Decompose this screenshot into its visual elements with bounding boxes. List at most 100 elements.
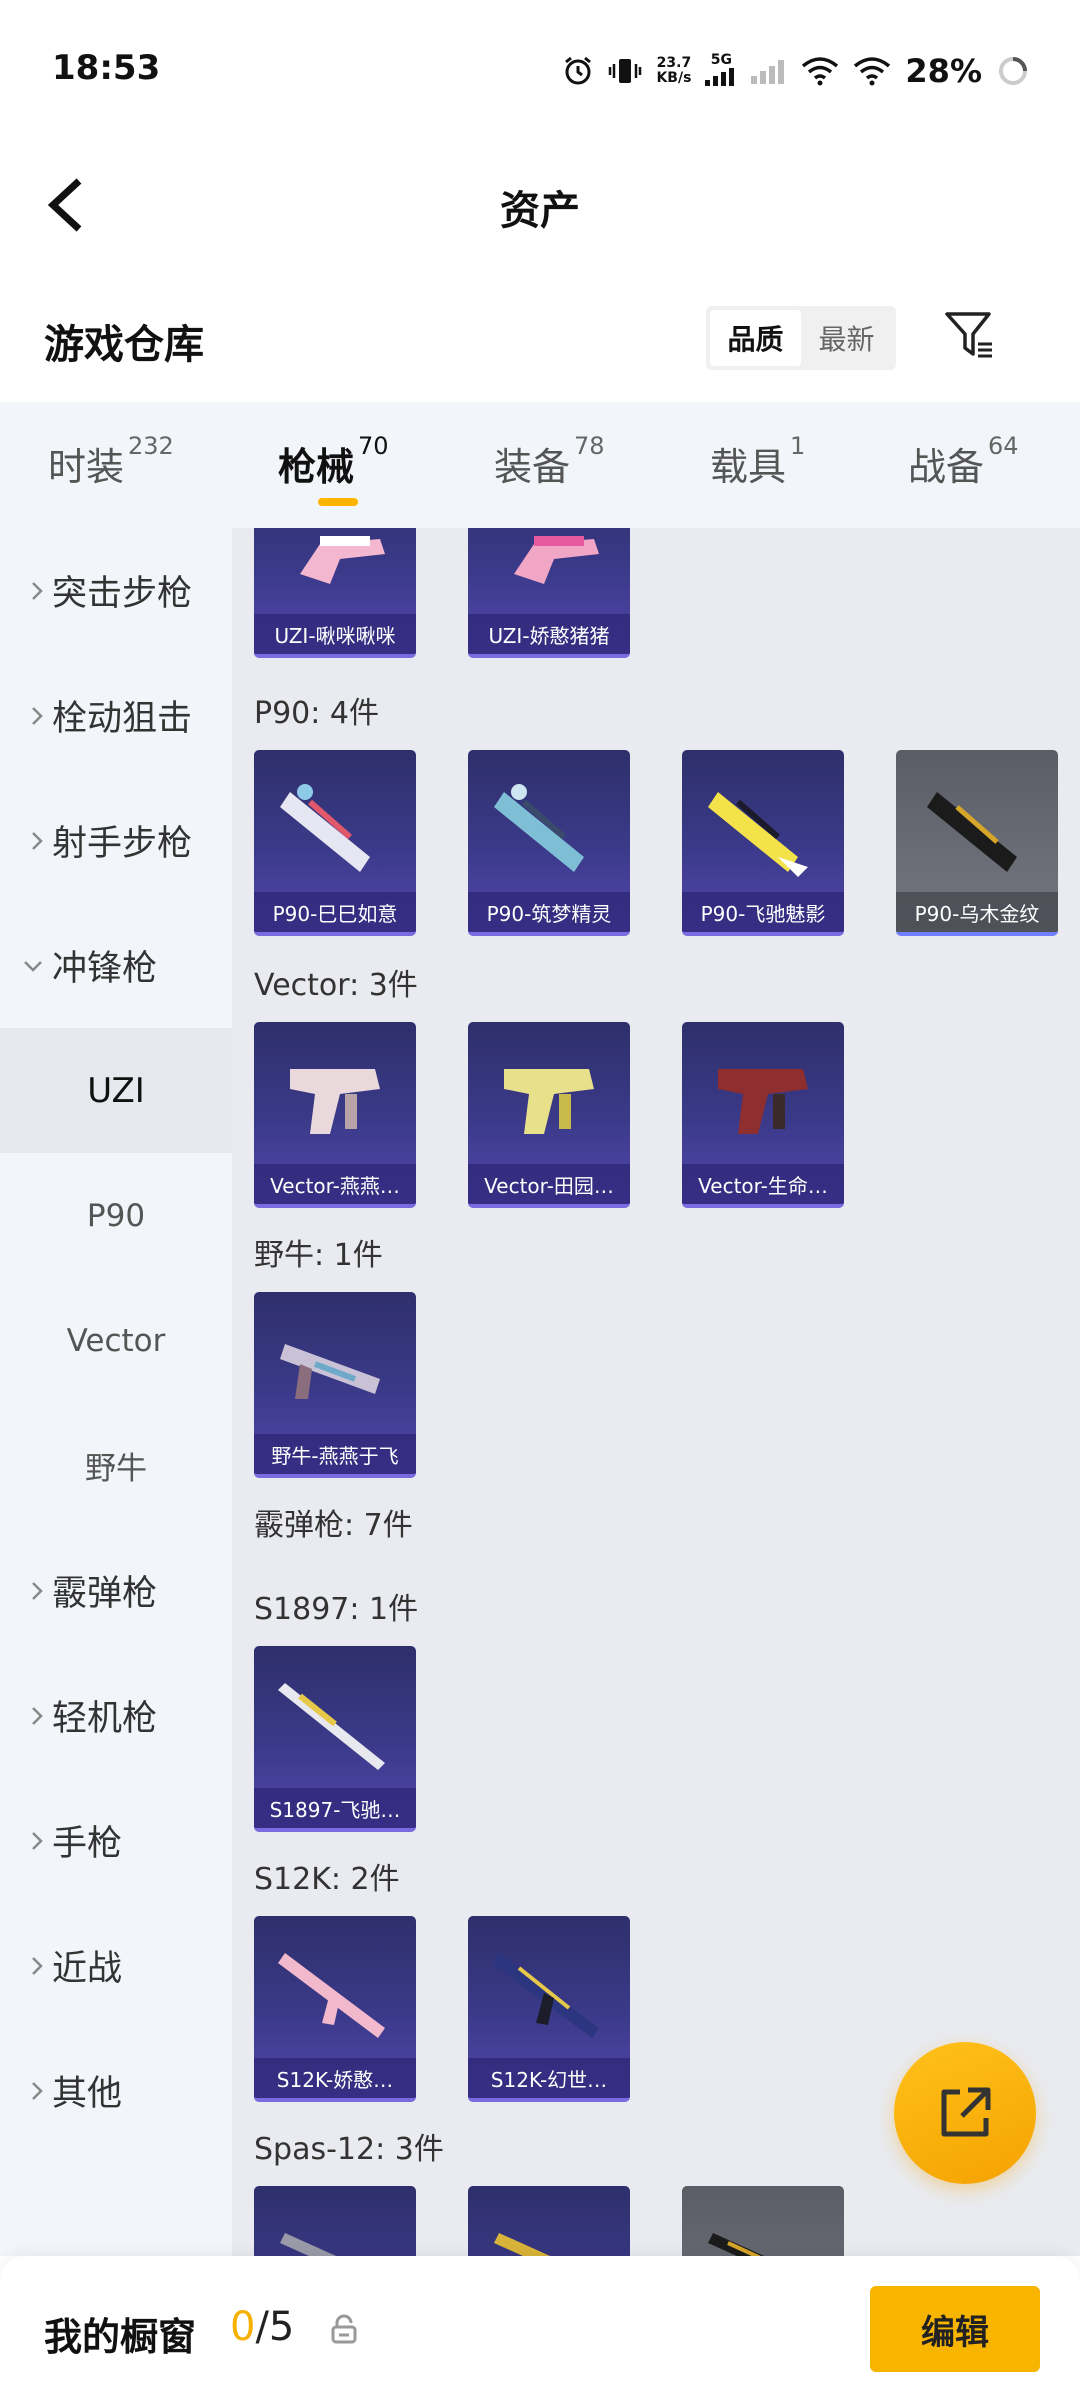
skin-name: 野牛-燕燕于飞 xyxy=(254,1434,416,1474)
top-nav: 资产 xyxy=(0,140,1080,270)
sidebar-item-marksman-rifle[interactable]: 射手步枪 xyxy=(0,778,232,903)
showcase-title: 我的橱窗 xyxy=(44,2315,197,2359)
status-bar: 18:53 23.7 KB/s 5G 28% xyxy=(0,0,1080,140)
loading-icon xyxy=(996,54,1030,88)
tab-fashion[interactable]: 时装 232 xyxy=(48,432,174,491)
skin-card[interactable]: S12K-娇憨… xyxy=(254,1916,416,2102)
s12k-skin-icon xyxy=(278,1953,385,2038)
sidebar-item-other[interactable]: 其他 xyxy=(0,2028,232,2153)
sidebar-item-smg[interactable]: 冲锋枪 xyxy=(0,903,232,1028)
sidebar-item-label: 其他 xyxy=(52,2074,123,2114)
sidebar-subitem-vector[interactable]: Vector xyxy=(0,1278,232,1403)
group-label: Spas-12: 3件 xyxy=(254,2132,444,2167)
spas12-skin-icon xyxy=(280,2233,337,2256)
page-title: 资产 xyxy=(500,188,580,234)
sidebar-item-label: 霰弹枪 xyxy=(52,1574,158,1614)
chevron-down-icon xyxy=(0,959,52,973)
filter-icon xyxy=(945,312,992,358)
chevron-right-icon xyxy=(0,1955,52,1977)
sidebar-subitem-p90[interactable]: P90 xyxy=(0,1153,232,1278)
showcase-count: 0/5 xyxy=(230,2304,294,2350)
group-label: 霰弹枪: 7件 xyxy=(254,1508,413,1543)
sort-quality-button[interactable]: 品质 xyxy=(710,310,801,366)
skin-card[interactable]: P90-飞驰魅影 xyxy=(682,750,844,936)
tab-vehicles[interactable]: 载具 1 xyxy=(710,432,805,491)
alarm-icon xyxy=(562,55,594,87)
p90-skin-icon xyxy=(708,792,808,877)
skin-card[interactable]: P90-巳巳如意 xyxy=(254,750,416,936)
sidebar-item-melee[interactable]: 近战 xyxy=(0,1903,232,2028)
skin-card[interactable]: UZI-啾咪啾咪 xyxy=(254,528,416,658)
tab-label: 战备 xyxy=(908,445,985,489)
tab-count: 70 xyxy=(358,432,389,460)
sidebar-item-bolt-sniper[interactable]: 栓动狙击 xyxy=(0,653,232,778)
sidebar-item-shotgun[interactable]: 霰弹枪 xyxy=(0,1528,232,1653)
uzi-skin-icon xyxy=(514,536,599,584)
sidebar-item-label: 手枪 xyxy=(52,1824,123,1864)
skin-card[interactable]: UZI-娇憨猪猪 xyxy=(468,528,630,658)
skin-name: UZI-啾咪啾咪 xyxy=(254,614,416,654)
skin-card[interactable] xyxy=(254,2186,416,2256)
s1897-skin-icon xyxy=(278,1683,385,1770)
vector-skin-icon xyxy=(290,1069,380,1134)
tab-count: 1 xyxy=(790,432,806,460)
sort-toggle: 品质 最新 xyxy=(706,306,896,370)
wifi-icon xyxy=(801,56,839,86)
skin-card[interactable]: Vector-生命… xyxy=(682,1022,844,1208)
tab-label: 枪械 xyxy=(278,445,355,489)
skin-card[interactable] xyxy=(682,2186,844,2256)
chevron-right-icon xyxy=(0,580,52,602)
sidebar-item-label: 轻机枪 xyxy=(52,1699,158,1739)
showcase-used: 0 xyxy=(230,2304,256,2350)
tab-count: 232 xyxy=(128,432,174,460)
filter-button[interactable] xyxy=(940,305,1000,365)
group-label: S1897: 1件 xyxy=(254,1592,419,1627)
bison-skin-icon xyxy=(280,1344,380,1399)
skin-name: P90-巳巳如意 xyxy=(254,892,416,932)
signal-weak-icon xyxy=(751,58,787,84)
sort-newest-button[interactable]: 最新 xyxy=(801,310,892,366)
skin-card[interactable]: 野牛-燕燕于飞 xyxy=(254,1292,416,1478)
skin-name: Vector-燕燕… xyxy=(254,1164,416,1204)
group-label: 野牛: 1件 xyxy=(254,1238,383,1273)
share-button[interactable] xyxy=(894,2042,1036,2184)
sidebar-item-lmg[interactable]: 轻机枪 xyxy=(0,1653,232,1778)
sidebar-item-assault-rifle[interactable]: 突击步枪 xyxy=(0,528,232,653)
weapon-skin-grid: UZI-啾咪啾咪 UZI-娇憨猪猪 P90: 4件 P90-巳巳如意 P90-筑… xyxy=(232,528,1080,2256)
sidebar-subitem-uzi[interactable]: UZI xyxy=(0,1028,232,1153)
vibrate-icon xyxy=(608,56,642,86)
sidebar-item-label: 栓动狙击 xyxy=(52,699,193,739)
sidebar-subitem-bison[interactable]: 野牛 xyxy=(0,1403,232,1528)
skin-card[interactable]: Vector-田园… xyxy=(468,1022,630,1208)
skin-name: S12K-幻世… xyxy=(468,2058,630,2098)
weapon-category-sidebar: 突击步枪 栓动狙击 射手步枪 冲锋枪 UZI P90 Vector 野牛 霰弹枪… xyxy=(0,528,232,2256)
category-tabs: 时装 232 枪械 70 装备 78 载具 1 战备 64 xyxy=(0,402,1080,528)
tab-count: 64 xyxy=(988,432,1019,460)
edit-button[interactable]: 编辑 xyxy=(870,2286,1040,2372)
uzi-skin-icon xyxy=(300,536,385,584)
skin-name: P90-筑梦精灵 xyxy=(468,892,630,932)
chevron-right-icon xyxy=(0,2080,52,2102)
tab-supplies[interactable]: 战备 64 xyxy=(908,432,1019,491)
skin-card[interactable]: P90-乌木金纹 xyxy=(896,750,1058,936)
lock-icon xyxy=(331,2314,357,2344)
skin-card[interactable] xyxy=(468,2186,630,2256)
tab-label: 时装 xyxy=(48,445,125,489)
tab-equipment[interactable]: 装备 78 xyxy=(494,432,605,491)
chevron-right-icon xyxy=(0,1580,52,1602)
sidebar-item-pistol[interactable]: 手枪 xyxy=(0,1778,232,1903)
tab-count: 78 xyxy=(574,432,605,460)
section-title: 游戏仓库 xyxy=(44,322,204,368)
skin-name: P90-乌木金纹 xyxy=(896,892,1058,932)
skin-name: P90-飞驰魅影 xyxy=(682,892,844,932)
network-type: 5G xyxy=(710,51,733,68)
skin-card[interactable]: S1897-飞驰… xyxy=(254,1646,416,1832)
skin-card[interactable]: S12K-幻世… xyxy=(468,1916,630,2102)
group-label: P90: 4件 xyxy=(254,696,379,731)
sidebar-item-label: 突击步枪 xyxy=(52,574,193,614)
skin-card[interactable]: Vector-燕燕… xyxy=(254,1022,416,1208)
tab-firearms[interactable]: 枪械 70 xyxy=(278,432,389,491)
skin-card[interactable]: P90-筑梦精灵 xyxy=(468,750,630,936)
chevron-right-icon xyxy=(0,1705,52,1727)
p90-skin-icon xyxy=(927,792,1017,872)
